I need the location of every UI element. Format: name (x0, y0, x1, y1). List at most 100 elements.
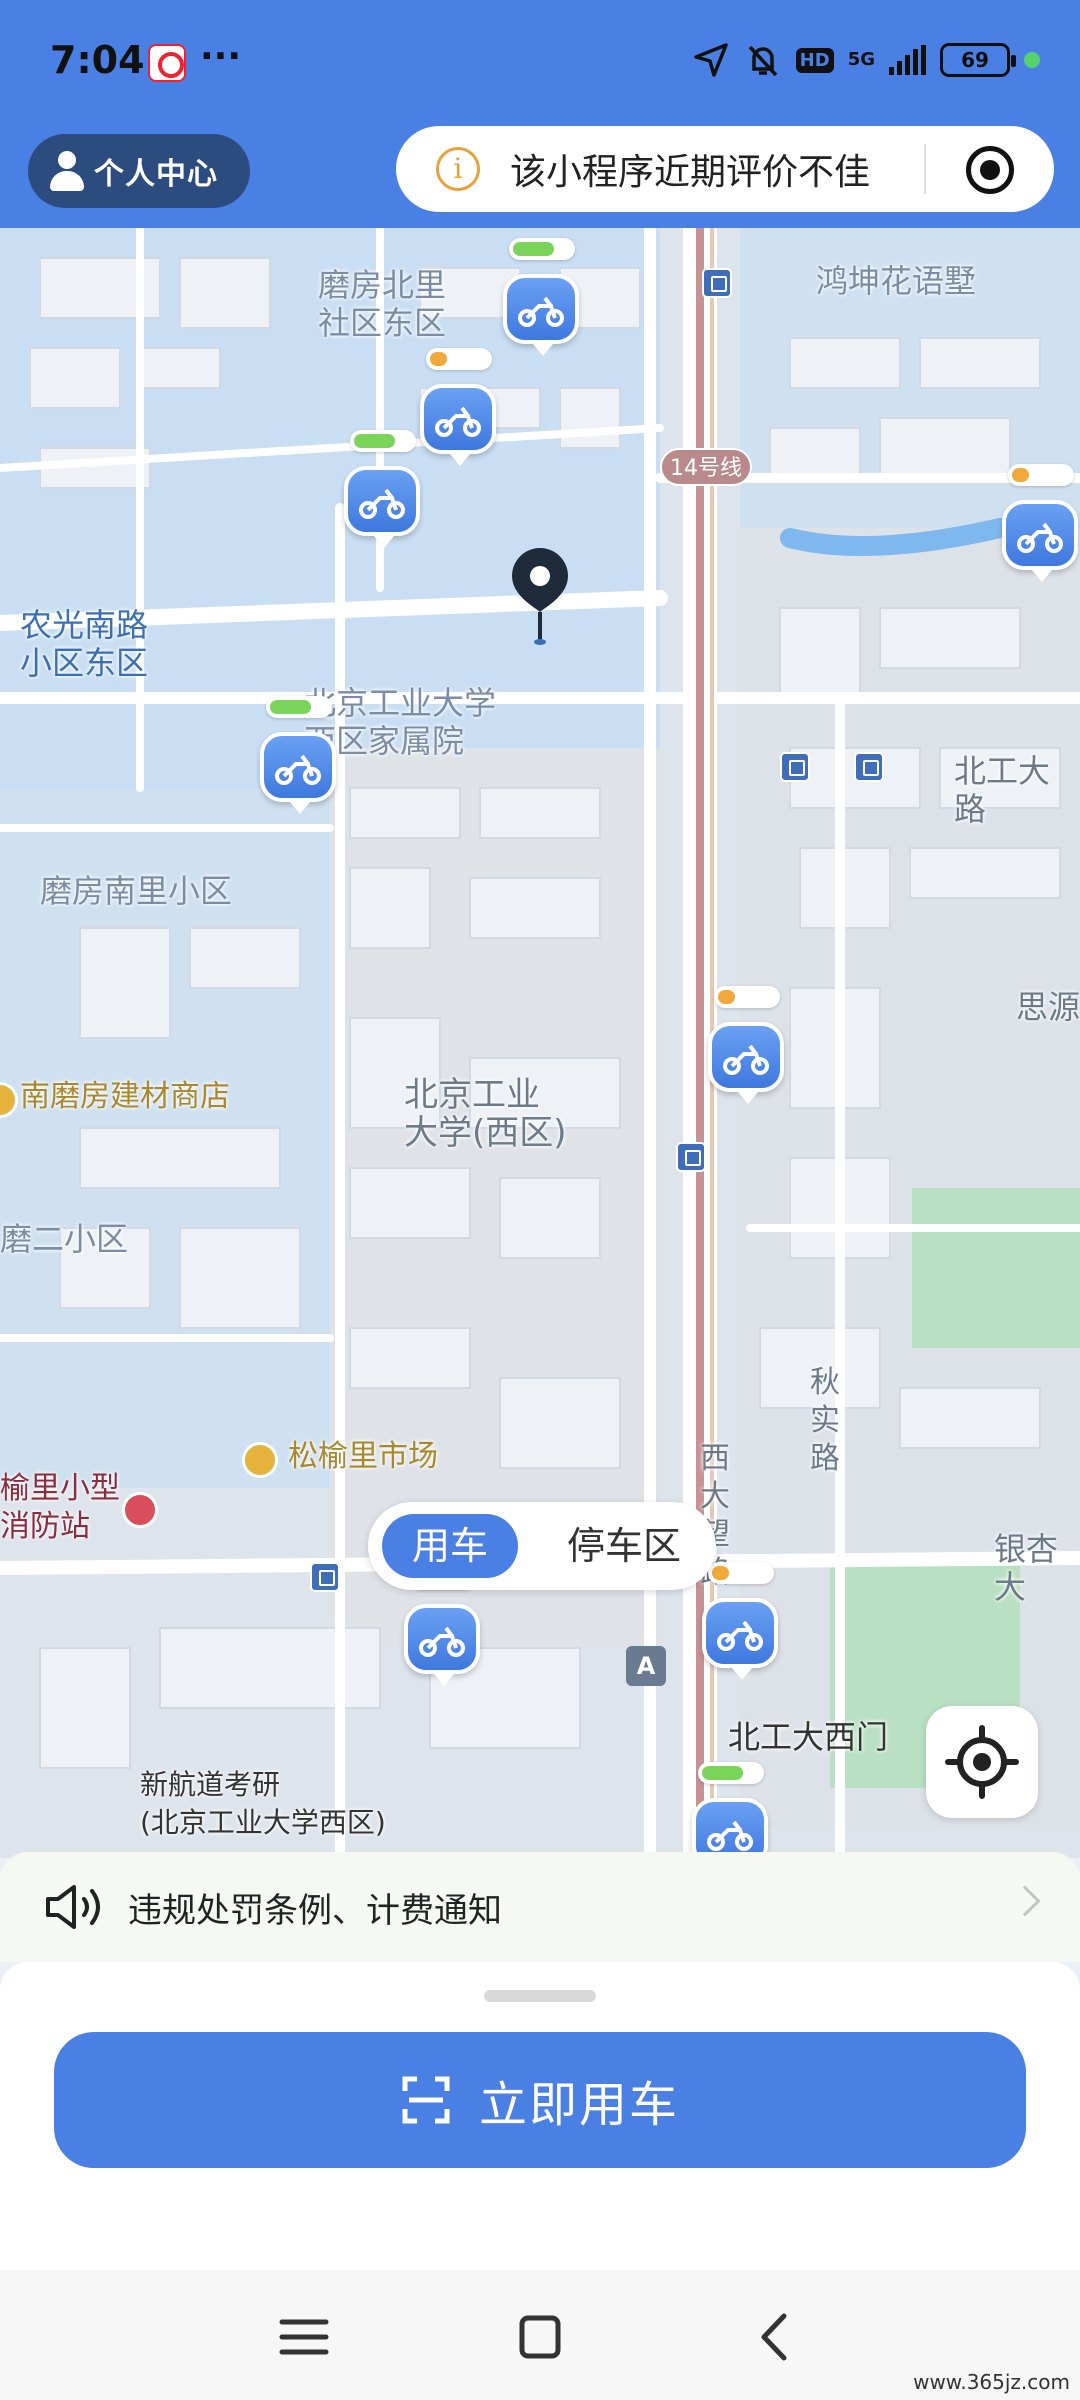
bike-battery-indicator (350, 430, 416, 452)
menu-icon[interactable] (274, 2310, 334, 2364)
crosshair-icon (945, 1725, 1019, 1799)
bike-battery-fill (712, 1566, 729, 1580)
bike-battery-fill (270, 700, 311, 714)
watermark: www.365jz.com (913, 2370, 1070, 2394)
ride-now-label: 立即用车 (478, 2077, 679, 2133)
fire-station-icon (122, 1492, 158, 1528)
bell-muted-icon (748, 45, 777, 77)
market-icon (242, 1442, 278, 1478)
pill-divider (924, 144, 926, 194)
penalty-notice-text: 违规处罚条例、计费通知 (128, 1890, 502, 1931)
penalty-notice-bar[interactable]: 违规处罚条例、计费通知 (0, 1852, 1080, 1962)
place-mofang-south: 磨房南里小区 (40, 872, 233, 910)
scooter-icon (419, 1626, 465, 1657)
bike-battery-indicator (426, 348, 492, 370)
mini-program-menu-icon[interactable] (966, 146, 1014, 194)
bike-battery-indicator (708, 1562, 774, 1584)
bike-battery-fill (354, 434, 395, 448)
tab-use-bike[interactable]: 用车 (382, 1514, 518, 1578)
bike-pin (260, 732, 336, 814)
bike-marker[interactable] (420, 348, 496, 466)
bus-stop-icon (854, 752, 884, 782)
bike-battery-indicator (698, 1762, 764, 1784)
person-icon (50, 151, 84, 191)
bike-battery-indicator (714, 958, 780, 980)
sheet-drag-handle[interactable] (484, 1990, 596, 2002)
bike-marker[interactable] (404, 1568, 480, 1686)
battery-level: 69 (940, 43, 1016, 77)
chevron-right-icon (1009, 1885, 1041, 1917)
map-base (0, 228, 1080, 1858)
place-qiushi-road: 秋实路 (810, 1365, 840, 1476)
location-arrow-icon (693, 43, 728, 77)
place-building-store: 南磨房建材商店 (20, 1079, 230, 1114)
place-nongguang: 农光南路 小区东区 (20, 606, 149, 682)
place-beigong-road: 北工大路 (954, 752, 1051, 828)
info-icon: i (436, 147, 480, 191)
place-bjut-west: 北京工业 大学(西区) (404, 1075, 567, 1153)
bottom-sheet: 立即用车 (0, 1962, 1080, 2270)
bus-stop-icon (702, 268, 732, 298)
scooter-icon (275, 754, 321, 785)
bike-battery-fill (513, 242, 554, 256)
scooter-icon (707, 1820, 753, 1851)
place-yinxing: 银杏大 (994, 1530, 1059, 1606)
status-bar: 7:04 ··· HD 5G 69 (0, 0, 1080, 120)
profile-center-button[interactable]: 个人中心 (28, 134, 250, 208)
bike-battery-fill (702, 1766, 743, 1780)
place-fire-station: 榆里小型 消防站 (0, 1471, 120, 1544)
place-mofang-north: 磨房北里 社区东区 (318, 266, 447, 342)
metro-line-14-tag: 14号线 (660, 448, 752, 486)
bike-marker[interactable] (260, 696, 336, 814)
bike-pin (702, 1598, 778, 1680)
bike-pin (420, 384, 496, 466)
bike-pin (1002, 500, 1078, 582)
place-xinhangdao: 新航道考研 (北京工业大学西区) (140, 1768, 386, 1839)
bus-stop-icon (780, 752, 810, 782)
bike-battery-indicator (1008, 464, 1074, 486)
app-notification-icon (148, 44, 186, 82)
bike-battery-fill (1012, 468, 1029, 482)
scooter-icon (435, 406, 481, 437)
bike-battery-indicator (509, 238, 575, 260)
bike-marker[interactable] (692, 1762, 768, 1858)
place-songyuli-market: 松榆里市场 (288, 1439, 438, 1474)
bike-battery-fill (430, 352, 447, 366)
rating-notice-pill[interactable]: i 该小程序近期评价不佳 (396, 126, 1054, 212)
profile-center-label: 个人中心 (94, 157, 218, 192)
hd-badge: HD (795, 47, 834, 73)
map-view[interactable]: 磨房北里 社区东区 鸿坤花语墅 农光南路 小区东区 北京工业大学 西区家属院 北工大路… (0, 228, 1080, 1858)
bike-marker[interactable] (503, 238, 579, 356)
scooter-icon (518, 296, 564, 327)
more-notifications-icon: ··· (200, 36, 242, 77)
ride-now-button[interactable]: 立即用车 (54, 2032, 1026, 2168)
place-hongkun: 鸿坤花语墅 (816, 262, 977, 300)
locate-me-button[interactable] (926, 1706, 1038, 1818)
bike-marker[interactable] (344, 430, 420, 548)
place-siyuan: 思源 (1016, 988, 1080, 1026)
current-location-pin-icon (512, 548, 568, 645)
scooter-icon (717, 1620, 763, 1651)
bike-pin (344, 466, 420, 548)
bus-stop-icon (310, 1562, 340, 1592)
home-icon[interactable] (510, 2310, 570, 2364)
place-bjut-west-gate: 北工大西门 (728, 1718, 889, 1756)
bike-pin (692, 1798, 768, 1858)
scooter-icon (1017, 522, 1063, 553)
back-icon[interactable] (746, 2310, 806, 2364)
system-nav-bar: www.365jz.com (0, 2270, 1080, 2400)
bike-marker[interactable] (702, 1562, 778, 1680)
status-time: 7:04 (50, 38, 145, 82)
bike-pin (404, 1604, 480, 1686)
bus-stop-icon (676, 1142, 706, 1172)
place-mo2: 磨二小区 (0, 1220, 129, 1258)
bike-marker[interactable] (1002, 464, 1078, 582)
scooter-icon (359, 488, 405, 519)
scan-icon (402, 2076, 450, 2124)
top-bar: 7:04 ··· HD 5G 69 个人中心 i 该小程序近期评价不佳 (0, 0, 1080, 228)
tab-parking-area[interactable]: 停车区 (544, 1514, 704, 1578)
bike-battery-fill (718, 962, 727, 976)
speaker-icon (46, 1885, 100, 1929)
entrance-a-marker: A (626, 1646, 666, 1686)
network-type: 5G (847, 49, 875, 70)
